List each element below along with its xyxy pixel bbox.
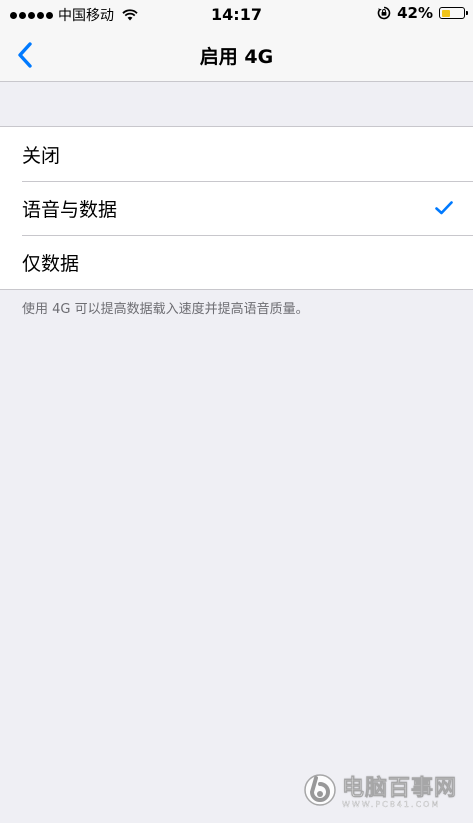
- watermark-url: WWW.PC841.COM: [341, 800, 441, 809]
- option-label: 仅数据: [22, 252, 80, 275]
- watermark-text: 电脑百事网 WWW.PC841.COM: [342, 770, 457, 809]
- option-label: 语音与数据: [22, 198, 118, 221]
- rotation-lock-icon: [377, 6, 391, 20]
- option-data-only[interactable]: 仅数据: [0, 235, 473, 289]
- battery-fill: [441, 9, 450, 17]
- footer-note: 使用 4G 可以提高数据载入速度并提高语音质量。: [22, 302, 309, 317]
- battery-icon: [439, 7, 468, 19]
- option-label: 关闭: [22, 144, 61, 167]
- watermark-name: 电脑百事网: [341, 776, 457, 802]
- option-off[interactable]: 关闭: [0, 127, 473, 181]
- option-voice-and-data[interactable]: 语音与数据: [0, 181, 473, 235]
- navigation-bar: 启用 4G: [0, 28, 473, 82]
- page-title: 启用 4G: [199, 46, 274, 68]
- watermark-logo-icon: [304, 773, 336, 806]
- status-bar: 中国移动 14:17 42%: [0, 0, 473, 28]
- status-right: 42%: [377, 4, 468, 22]
- watermark: 电脑百事网 WWW.PC841.COM: [302, 770, 457, 809]
- checkmark-icon: [435, 201, 453, 215]
- battery-percent: 42%: [397, 4, 433, 22]
- options-list: 关闭 语音与数据 仅数据: [0, 126, 473, 290]
